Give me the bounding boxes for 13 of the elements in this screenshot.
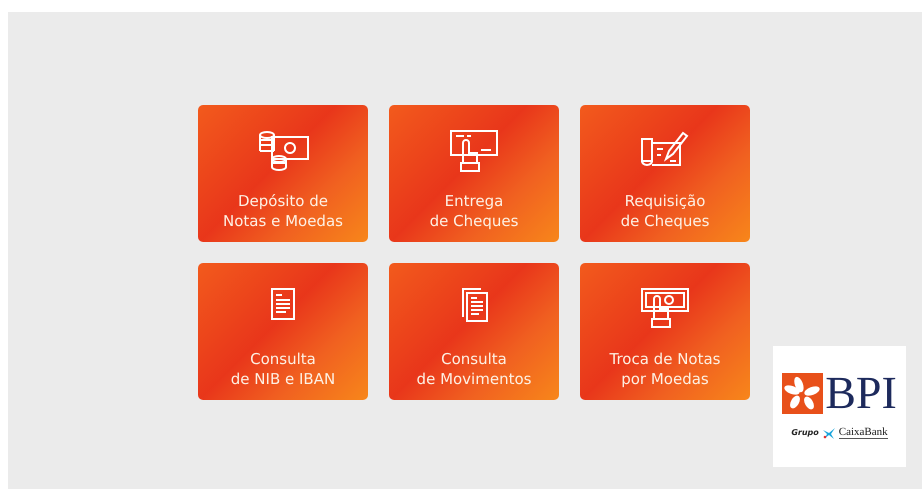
coins-and-banknote-icon (257, 129, 309, 173)
service-tile[interactable]: Consulta de NIB e IBAN (198, 263, 368, 400)
service-tile[interactable]: Requisição de Cheques (580, 105, 750, 242)
service-tile[interactable]: Consulta de Movimentos (389, 263, 559, 400)
service-tile[interactable]: Entrega de Cheques (389, 105, 559, 242)
hand-holding-banknote-icon (639, 287, 691, 331)
brand-name: BPI (825, 372, 897, 414)
service-tile[interactable]: Depósito de Notas e Moedas (198, 105, 368, 242)
group-label: Grupo (791, 428, 819, 437)
partner-name: CaixaBank (838, 426, 888, 439)
star-logo-icon (822, 426, 836, 438)
service-tile[interactable]: Troca de Notas por Moedas (580, 263, 750, 400)
hand-holding-cheque-icon (448, 129, 500, 173)
